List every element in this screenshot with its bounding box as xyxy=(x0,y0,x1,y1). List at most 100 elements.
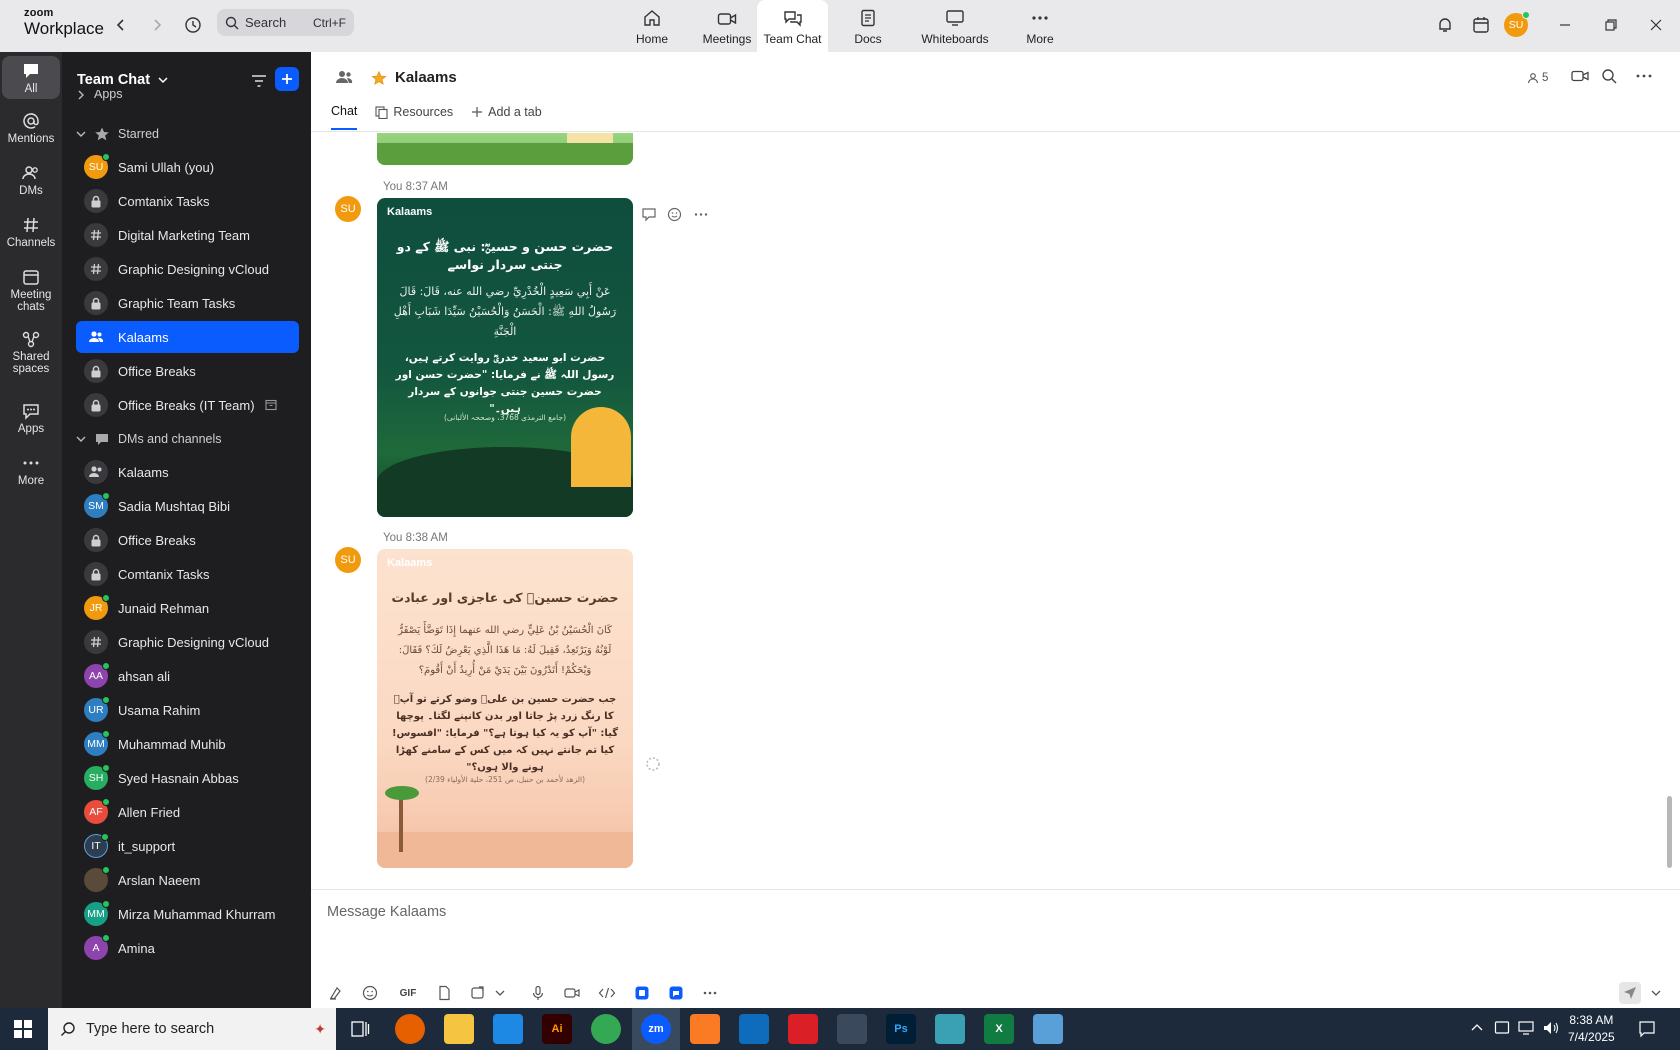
minimize-button[interactable] xyxy=(1552,12,1578,38)
volume-icon[interactable] xyxy=(1542,1020,1560,1039)
scrollbar-thumb[interactable] xyxy=(1667,796,1672,868)
tab-add[interactable]: Add a tab xyxy=(471,100,542,130)
sidebar-item-khurram[interactable]: MM Mirza Muhammad Khurram xyxy=(76,898,299,930)
section-apps[interactable]: Apps xyxy=(76,90,299,106)
sidebar-item-sadia[interactable]: SM Sadia Mushtaq Bibi xyxy=(76,490,299,522)
sidebar-item-muhib[interactable]: MM Muhammad Muhib xyxy=(76,728,299,760)
tray-chevron[interactable] xyxy=(1470,1021,1484,1038)
restore-button[interactable] xyxy=(1598,12,1624,38)
sidebar-item-kalaams[interactable]: Kalaams xyxy=(76,321,299,353)
member-count-button[interactable]: 5 xyxy=(1527,72,1548,84)
tab-chat[interactable]: Chat xyxy=(331,100,358,130)
channel-title-wrap[interactable]: Kalaams xyxy=(371,69,457,86)
section-starred[interactable]: Starred xyxy=(76,122,299,146)
video-message-button[interactable] xyxy=(561,982,583,1004)
zoom-app[interactable]: zm xyxy=(641,1014,671,1044)
tray-app-icon[interactable] xyxy=(1494,1020,1510,1039)
search-input[interactable]: Search Ctrl+F xyxy=(217,9,354,36)
tab-more[interactable]: More xyxy=(1010,0,1070,52)
rail-dms[interactable]: DMs xyxy=(2,158,60,201)
message-list[interactable]: You 8:37 AM SU Kalaams حضرت حسن و حسینؓ:… xyxy=(311,133,1671,888)
taskbar-search[interactable]: Type here to search ✦ xyxy=(48,1008,336,1050)
history-button[interactable] xyxy=(180,12,206,38)
rail-all[interactable]: All xyxy=(2,56,60,99)
rail-more[interactable]: More xyxy=(2,448,60,491)
file-button[interactable] xyxy=(433,982,455,1004)
screenshot-menu-button[interactable] xyxy=(489,982,511,1004)
sidebar-item-office-breaks[interactable]: Office Breaks xyxy=(76,355,299,387)
taskbar-clock[interactable]: 8:38 AM 7/4/2025 xyxy=(1568,1012,1615,1046)
tab-team-chat[interactable]: Team Chat xyxy=(757,0,828,52)
sidebar-item-amina[interactable]: A Amina xyxy=(76,932,299,964)
illustrator-app[interactable]: Ai xyxy=(542,1014,572,1044)
chrome-app[interactable] xyxy=(591,1014,621,1044)
sidebar-item-comtanix-tasks[interactable]: Comtanix Tasks xyxy=(76,185,299,217)
gem-app[interactable] xyxy=(935,1014,965,1044)
network-icon[interactable] xyxy=(1518,1020,1536,1039)
notepad-app[interactable] xyxy=(1033,1014,1063,1044)
photoshop-app[interactable]: Ps xyxy=(886,1014,916,1044)
sidebar-item-sami-ullah[interactable]: SU Sami Ullah (you) xyxy=(76,151,299,183)
tab-docs[interactable]: Docs xyxy=(838,0,898,52)
sidebar-item-allen[interactable]: AF Allen Fried xyxy=(76,796,299,828)
tab-resources[interactable]: Resources xyxy=(375,100,453,130)
format-button[interactable] xyxy=(325,982,347,1004)
start-button[interactable] xyxy=(14,1020,32,1041)
send-options-button[interactable] xyxy=(1645,982,1667,1004)
sidebar-item-comtanix-tasks-2[interactable]: Comtanix Tasks xyxy=(76,558,299,590)
sidebar-item-it-support[interactable]: IT it_support xyxy=(76,830,299,862)
app-button-1[interactable] xyxy=(631,982,653,1004)
filter-button[interactable] xyxy=(248,70,270,92)
message-input[interactable]: Message Kalaams xyxy=(327,904,446,920)
explorer-app[interactable] xyxy=(444,1014,474,1044)
task-view-button[interactable] xyxy=(350,1019,370,1042)
sidebar-item-usama[interactable]: UR Usama Rahim xyxy=(76,694,299,726)
rail-apps[interactable]: Apps xyxy=(2,396,60,439)
sidebar-item-arslan[interactable]: Arslan Naeem xyxy=(76,864,299,896)
sidebar-item-graphic-team-tasks[interactable]: Graphic Team Tasks xyxy=(76,287,299,319)
tab-meetings[interactable]: Meetings xyxy=(690,0,764,52)
tab-whiteboards[interactable]: Whiteboards xyxy=(910,0,1000,52)
sidebar-title[interactable]: Team Chat xyxy=(77,72,168,88)
audio-button[interactable] xyxy=(527,982,549,1004)
firefox-app[interactable] xyxy=(395,1014,425,1044)
rail-mentions[interactable]: Mentions xyxy=(2,106,60,149)
sidebar-item-kalaams-dm[interactable]: Kalaams xyxy=(76,456,299,488)
more-tools-button[interactable] xyxy=(699,982,721,1004)
calendar-button[interactable] xyxy=(1468,12,1494,38)
new-chat-button[interactable] xyxy=(275,67,299,91)
section-dms-channels[interactable]: DMs and channels xyxy=(76,427,299,451)
gif-button[interactable]: GIF xyxy=(395,982,421,1004)
channel-search-button[interactable] xyxy=(1601,68,1617,87)
pen-app[interactable] xyxy=(837,1014,867,1044)
user-avatar[interactable]: SU xyxy=(1503,11,1530,38)
image-card-1[interactable]: Kalaams حضرت حسن و حسینؓ: نبی ﷺ کے دو جن… xyxy=(377,198,633,517)
sidebar-item-ahsan[interactable]: AA ahsan ali xyxy=(76,660,299,692)
excel-app[interactable]: X xyxy=(984,1014,1014,1044)
app-button-2[interactable] xyxy=(665,982,687,1004)
forward-button[interactable] xyxy=(144,12,170,38)
sidebar-item-graphic-designing-vcloud-2[interactable]: Graphic Designing vCloud xyxy=(76,626,299,658)
notifications-center-button[interactable] xyxy=(1638,1020,1656,1041)
notifications-button[interactable] xyxy=(1432,12,1458,38)
sidebar-item-graphic-designing-vcloud[interactable]: Graphic Designing vCloud xyxy=(76,253,299,285)
creative-cloud-app[interactable] xyxy=(788,1014,818,1044)
xampp-app[interactable] xyxy=(690,1014,720,1044)
rail-shared-spaces[interactable]: Shared spaces xyxy=(2,324,60,379)
emoji-button[interactable] xyxy=(359,982,381,1004)
sidebar-item-junaid[interactable]: JR Junaid Rehman xyxy=(76,592,299,624)
sidebar-item-hasnain[interactable]: SH Syed Hasnain Abbas xyxy=(76,762,299,794)
sidebar-item-digital-marketing-team[interactable]: Digital Marketing Team xyxy=(76,219,299,251)
rail-channels[interactable]: Channels xyxy=(2,210,60,253)
code-button[interactable] xyxy=(596,982,618,1004)
close-button[interactable] xyxy=(1643,12,1669,38)
channel-more-button[interactable] xyxy=(1635,68,1653,87)
send-button[interactable] xyxy=(1619,982,1641,1004)
sidebar-item-office-breaks-it[interactable]: Office Breaks (IT Team) xyxy=(76,389,299,421)
image-card-2[interactable]: Kalaams حضرت حسینؓ کی عاجزی اور عبادت كَ… xyxy=(377,549,633,868)
video-call-button[interactable] xyxy=(1571,68,1589,87)
previous-image-card[interactable] xyxy=(377,133,633,165)
back-button[interactable] xyxy=(108,12,134,38)
screenshot-button[interactable] xyxy=(467,982,489,1004)
vscode-app[interactable] xyxy=(493,1014,523,1044)
